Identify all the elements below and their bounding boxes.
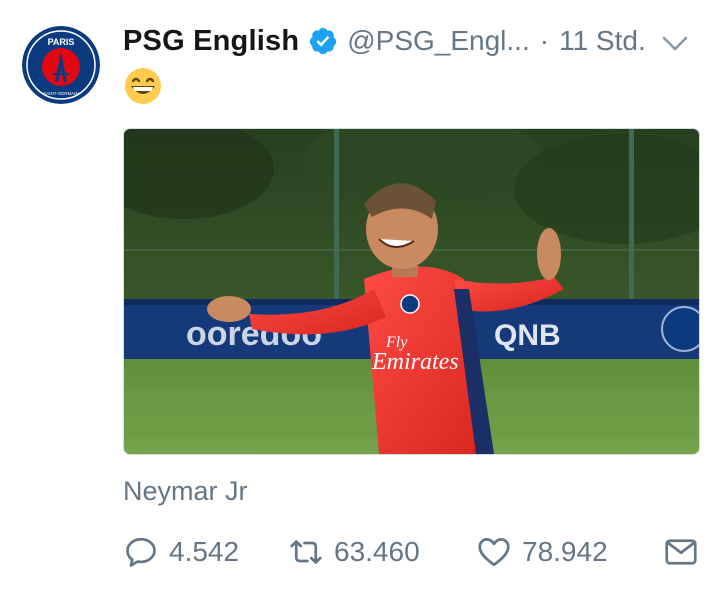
tweet-text-emoji — [124, 67, 162, 105]
grinning-face-emoji — [125, 68, 161, 104]
envelope-icon — [665, 539, 697, 565]
avatar-text-bottom: SAINT-GERMAIN — [43, 91, 79, 96]
tweet-timestamp[interactable]: 11 Std. — [559, 25, 646, 57]
account-handle[interactable]: @PSG_Engl... — [347, 25, 530, 57]
retweet-button[interactable]: 63.460 — [288, 530, 420, 574]
avatar-text-top: PARIS — [48, 37, 75, 47]
reply-icon — [126, 537, 156, 567]
board-right-text: QNB — [494, 319, 561, 352]
reply-count: 4.542 — [169, 536, 240, 567]
chevron-down-icon[interactable] — [660, 28, 690, 58]
retweet-count: 63.460 — [334, 536, 420, 567]
heart-icon — [478, 538, 510, 567]
shirt-sponsor-line-2: Emirates — [371, 349, 459, 375]
account-name[interactable]: PSG English — [123, 25, 299, 58]
tweet-header: PSG English @PSG_Engl... · 11 Std. — [123, 18, 700, 64]
direct-message-button[interactable] — [663, 530, 699, 574]
verified-badge-icon — [308, 26, 338, 56]
media-card-title[interactable]: Neymar Jr — [123, 476, 248, 507]
tweet-action-bar: 4.542 63.460 78.942 — [123, 530, 698, 574]
retweet-icon — [290, 540, 322, 564]
like-count: 78.942 — [522, 536, 608, 567]
account-avatar[interactable]: PARIS SAINT-GERMAIN — [22, 26, 100, 104]
reply-button[interactable]: 4.542 — [123, 530, 239, 574]
like-button[interactable]: 78.942 — [476, 530, 608, 574]
tweet-photo[interactable]: ooredoo QNB Fly Emirates — [123, 128, 700, 455]
separator-dot: · — [539, 25, 550, 56]
